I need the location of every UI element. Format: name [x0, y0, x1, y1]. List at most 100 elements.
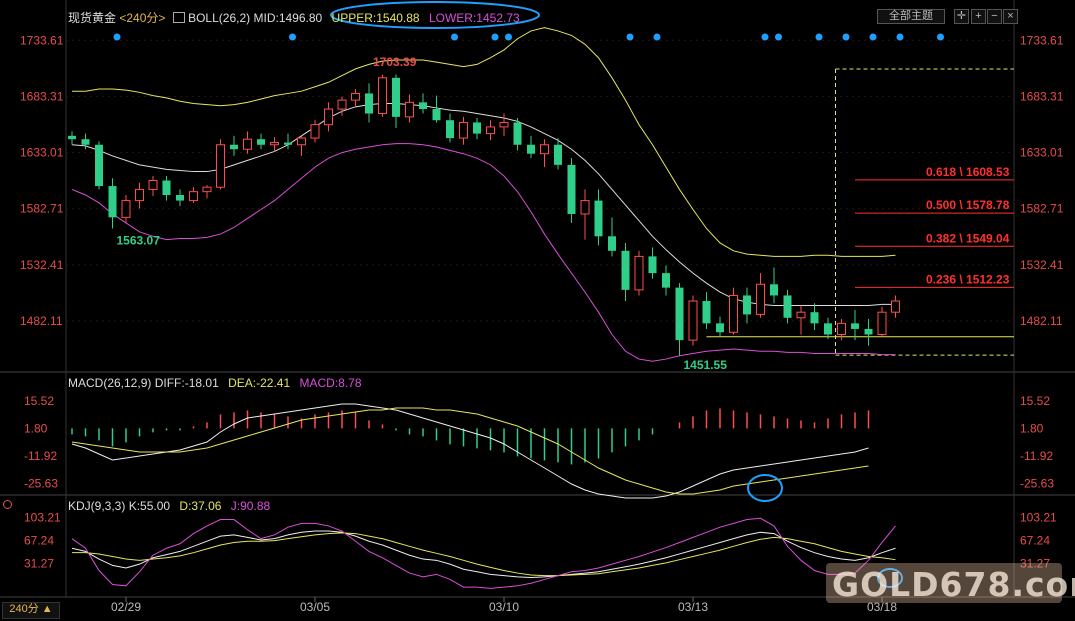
kdj-tick-left: 67.24	[24, 533, 54, 547]
macd-tick-right: 1.80	[1020, 421, 1044, 435]
watermark-text: GOLD678.com	[832, 565, 1075, 604]
time-tick-label: 03/10	[489, 600, 519, 614]
macd-header: MACD(26,12,9) DIFF:-18.01 DEA:-22.41 MAC…	[68, 376, 362, 390]
minus-icon[interactable]: −	[987, 9, 1002, 24]
kdj-j: J:90.88	[230, 499, 271, 513]
candle-body-up	[580, 200, 590, 215]
macd-diff: DIFF:-18.01	[154, 376, 219, 390]
macd-value: MACD:8.78	[299, 376, 362, 390]
add-icon[interactable]: +	[971, 9, 986, 24]
kdj-d: D:37.06	[179, 499, 222, 513]
candle-body-down	[824, 323, 832, 335]
symbol-name: 现货黄金	[68, 11, 117, 25]
main-header: 现货黄金 <240分> BOLL(26,2) MID:1496.80 UPPER…	[68, 9, 520, 26]
kdj-tick-right: 103.21	[1020, 511, 1057, 525]
kdj-tick-left: 31.27	[24, 556, 54, 570]
candle-body-up	[796, 311, 806, 319]
signal-dot	[775, 33, 782, 41]
candlestick-chart: 0.618 \ 1608.53 0.500 \ 1578.78 0.382 \ 15…	[0, 0, 1075, 614]
candle-body-down	[810, 312, 819, 324]
boll-upper-line	[72, 27, 896, 257]
candle-body-down	[513, 122, 522, 145]
candle-body-down	[392, 77, 400, 117]
candle-body-up	[121, 200, 131, 218]
price-tick-right: 1482.11	[1020, 314, 1063, 328]
candle-body-down	[162, 180, 171, 195]
candle-body-down	[284, 142, 292, 145]
signal-dot	[761, 33, 769, 41]
candle-body-down	[743, 295, 751, 315]
boll-upper: UPPER:1540.88	[331, 11, 420, 25]
candle-body-down	[527, 144, 535, 154]
macd-tick-right: 15.52	[1020, 394, 1050, 408]
fibonacci-levels: 0.618 \ 1608.53 0.500 \ 1578.78 0.382 \ 15…	[706, 68, 1014, 356]
boll-icon	[172, 12, 185, 23]
price-tick-left: 1582.71	[20, 202, 64, 216]
candle-body-up	[405, 101, 414, 118]
candle-body-down	[473, 122, 481, 134]
candle-body-up	[634, 255, 644, 291]
watermark-box: GOLD678.com	[826, 563, 1075, 604]
boll-mid-line	[71, 102, 896, 306]
fib-level-label: 0.382 \ 1549.04	[926, 231, 1010, 245]
candle-body-up	[891, 300, 900, 313]
candle-body-up	[378, 77, 387, 115]
signal-dot	[451, 33, 458, 41]
price-tick-right: 1633.01	[1020, 146, 1064, 160]
signal-dot	[491, 33, 499, 41]
crosshair-icon[interactable]: ✛	[954, 9, 969, 24]
candle-body-down	[648, 256, 657, 274]
candle-body-down	[851, 323, 859, 329]
kdj-j-line	[71, 517, 896, 589]
candle-body-up	[877, 311, 887, 336]
price-tick-right: 1532.41	[1020, 258, 1064, 272]
fib-level-label: 0.500 \ 1578.78	[926, 198, 1010, 212]
price-annotation: 1563.07	[117, 234, 161, 248]
signal-dot	[842, 33, 850, 41]
time-tick-label: 03/05	[300, 600, 330, 614]
boll-mid: MID:1496.80	[253, 11, 323, 25]
candle-body-up	[499, 121, 509, 128]
signal-dot	[937, 33, 944, 41]
candle-body-down	[230, 144, 238, 150]
candle-body-down	[621, 250, 630, 290]
highlight-circles	[330, 1, 903, 588]
close-icon[interactable]: ×	[1003, 9, 1018, 24]
signal-dot	[653, 33, 661, 41]
candle-body-down	[675, 287, 684, 341]
candle-body-up	[310, 124, 320, 139]
candle-body-up	[324, 108, 333, 126]
candle-body-down	[770, 284, 778, 296]
kdj-label: KDJ(9,3,3)	[68, 499, 126, 513]
price-annotation: 1451.55	[684, 358, 728, 372]
candles	[68, 74, 900, 356]
candle-body-up	[216, 144, 225, 188]
candle-body-down	[432, 109, 441, 121]
candle-body-down	[108, 186, 117, 218]
candle-body-up	[688, 300, 698, 341]
macd-label: MACD(26,12,9)	[68, 376, 152, 390]
candle-body-down	[257, 139, 265, 145]
candle-body-down	[81, 139, 90, 145]
boll-lower-line	[71, 143, 896, 362]
candle-body-down	[554, 144, 562, 165]
price-tick-right: 1683.31	[1020, 89, 1064, 103]
candle-body-down	[365, 93, 373, 114]
signal-dot	[505, 33, 512, 41]
candle-body-up	[189, 191, 198, 202]
theme-button[interactable]: 全部主题	[877, 9, 945, 24]
candle-body-down	[716, 323, 724, 333]
price-annotation: 1703.39	[373, 55, 417, 69]
period-label[interactable]: <240分>	[119, 11, 165, 25]
candle-body-down	[594, 200, 603, 237]
price-tick-right: 1733.61	[1020, 33, 1064, 47]
price-tick-left: 1683.31	[20, 89, 64, 103]
signal-dot	[113, 33, 121, 41]
macd-tick-left: 15.52	[24, 394, 54, 408]
period-select-button[interactable]: 240分 ▲	[2, 602, 60, 619]
candle-body-up	[837, 322, 846, 336]
macd-tick-left: 1.80	[24, 421, 48, 435]
candle-body-up	[202, 186, 212, 193]
price-grid	[66, 39, 1014, 322]
candle-body-down	[176, 195, 184, 201]
